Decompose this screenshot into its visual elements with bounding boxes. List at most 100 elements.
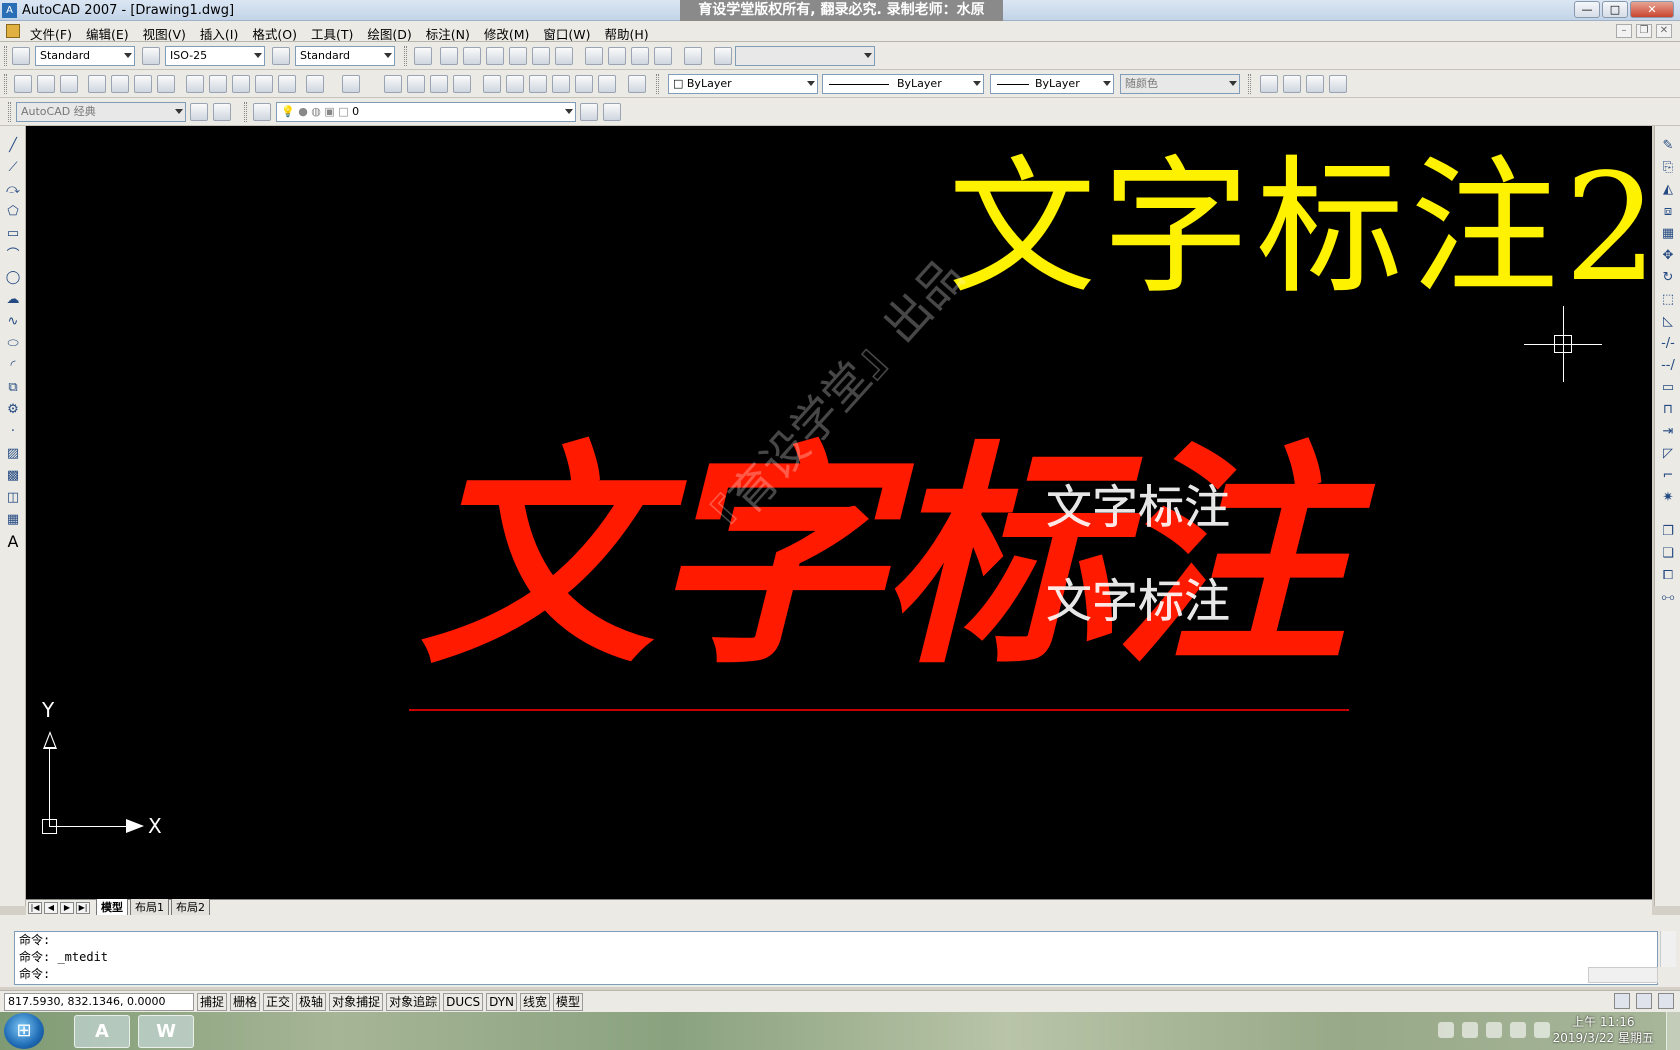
view-icon[interactable]	[414, 47, 432, 65]
doc-restore-button[interactable]: ❐	[1636, 24, 1652, 38]
taskbar-clock[interactable]: 上午 11:16 2019/3/22 星期五	[1553, 1014, 1654, 1046]
command-prompt[interactable]: 命令:	[19, 966, 1657, 983]
toolbar-grip[interactable]	[1248, 74, 1251, 94]
insert-block-icon[interactable]: ⧉	[5, 380, 21, 396]
ucs-origin-icon[interactable]	[714, 47, 732, 65]
command-horizontal-scrollbar[interactable]	[1588, 967, 1658, 983]
sheet-set-icon[interactable]	[552, 75, 570, 93]
word-taskbar-button[interactable]: W	[138, 1015, 194, 1048]
draw-order-back-icon[interactable]: ❏	[1660, 546, 1676, 562]
windows-start-icon[interactable]: ⊞	[4, 1013, 44, 1049]
layer-properties-icon[interactable]	[253, 103, 271, 121]
camera-icon[interactable]	[684, 47, 702, 65]
explode-icon[interactable]: ✷	[1660, 490, 1676, 506]
tab-layout1[interactable]: 布局1	[130, 899, 169, 916]
chamfer-icon[interactable]: ◸	[1660, 446, 1676, 462]
cut-icon[interactable]	[186, 75, 204, 93]
se-iso-icon[interactable]	[608, 47, 626, 65]
minimize-button[interactable]: —	[1574, 1, 1600, 18]
otrack-toggle[interactable]: 对象追踪	[386, 992, 441, 1011]
workspace-settings-icon[interactable]	[190, 103, 208, 121]
polygon-viewport-icon[interactable]	[1329, 75, 1347, 93]
menu-dimension[interactable]: 标注(N)	[426, 24, 470, 43]
design-center-icon[interactable]	[506, 75, 524, 93]
workspace-select[interactable]: AutoCAD 经典	[16, 102, 186, 122]
open-file-icon[interactable]	[37, 75, 55, 93]
drawing-canvas[interactable]: 文字标注2 文字标注 文字标注 文字标注 『育设学堂』出品 Y X	[26, 126, 1652, 899]
table-style-icon[interactable]	[272, 47, 290, 65]
layer-select[interactable]: 💡 ● ◍ ▣ □ 0	[276, 102, 576, 122]
ellipse-icon[interactable]: ⬭	[5, 336, 21, 352]
match-properties-icon[interactable]	[255, 75, 273, 93]
stretch-icon[interactable]: ◺	[1660, 314, 1676, 330]
document-icon[interactable]	[6, 24, 20, 38]
save-icon[interactable]	[60, 75, 78, 93]
tab-model[interactable]: 模型	[96, 899, 128, 916]
table-style-select[interactable]: Standard	[295, 46, 395, 66]
dim-style-select[interactable]: ISO-25	[165, 46, 265, 66]
bring-above-icon[interactable]: ⧠	[1660, 568, 1676, 584]
toolbar-grip[interactable]	[244, 102, 247, 122]
command-vertical-scrollbar[interactable]	[1660, 931, 1676, 967]
clip-viewport-icon[interactable]	[1306, 75, 1324, 93]
dwf-icon[interactable]	[157, 75, 175, 93]
text-style-icon[interactable]	[12, 47, 30, 65]
block-editor-icon[interactable]	[278, 75, 296, 93]
redo-icon[interactable]	[342, 75, 360, 93]
copy-object-icon[interactable]: ⎘	[1660, 160, 1676, 176]
autocad-taskbar-button[interactable]: A	[74, 1015, 130, 1048]
network-icon[interactable]	[1462, 1022, 1478, 1038]
sw-iso-icon[interactable]	[585, 47, 603, 65]
trim-icon[interactable]: -/-	[1660, 336, 1676, 352]
menu-format[interactable]: 格式(O)	[252, 24, 297, 43]
last-tab-button[interactable]: ▶|	[76, 901, 90, 914]
front-view-icon[interactable]	[532, 47, 550, 65]
text-style-select[interactable]: Standard	[35, 46, 135, 66]
revision-cloud-icon[interactable]: ☁	[5, 292, 21, 308]
menu-draw[interactable]: 绘图(D)	[367, 24, 411, 43]
named-views-select[interactable]	[735, 46, 875, 66]
toolbar-grip[interactable]	[4, 46, 7, 66]
ne-iso-icon[interactable]	[631, 47, 649, 65]
markup-icon[interactable]	[575, 75, 593, 93]
new-viewport-icon[interactable]	[1283, 75, 1301, 93]
snap-toggle[interactable]: 捕捉	[197, 992, 228, 1011]
plot-style-select[interactable]: 随颜色	[1120, 74, 1240, 94]
new-file-icon[interactable]	[14, 75, 32, 93]
menu-modify[interactable]: 修改(M)	[484, 24, 530, 43]
plot-icon[interactable]	[88, 75, 106, 93]
toolbar-grip[interactable]	[8, 102, 11, 122]
ellipse-arc-icon[interactable]: ◜	[5, 358, 21, 374]
offset-icon[interactable]: ⧈	[1660, 204, 1676, 220]
point-icon[interactable]: ·	[5, 424, 21, 440]
rotate-icon[interactable]: ↻	[1660, 270, 1676, 286]
viewport-icon[interactable]	[1260, 75, 1278, 93]
tab-layout2[interactable]: 布局2	[171, 899, 210, 916]
make-block-icon[interactable]: ⚙	[5, 402, 21, 418]
clean-screen-icon[interactable]	[1658, 993, 1674, 1009]
send-under-icon[interactable]: ⧟	[1660, 590, 1676, 606]
toolbar-grip[interactable]	[656, 74, 659, 94]
make-current-layer-icon[interactable]	[580, 103, 598, 121]
plot-preview-icon[interactable]	[111, 75, 129, 93]
action-center-icon[interactable]	[1510, 1022, 1526, 1038]
region-icon[interactable]: ◫	[5, 490, 21, 506]
dyn-toggle[interactable]: DYN	[486, 992, 518, 1011]
lock-icon[interactable]	[1636, 993, 1652, 1009]
menu-help[interactable]: 帮助(H)	[605, 24, 649, 43]
copy-icon[interactable]	[209, 75, 227, 93]
top-view-icon[interactable]	[440, 47, 458, 65]
toolbar-grip[interactable]	[404, 46, 407, 66]
command-history[interactable]: 命令: 命令: _mtedit 命令:	[14, 931, 1658, 985]
polygon-icon[interactable]: ⬠	[5, 204, 21, 220]
right-view-icon[interactable]	[509, 47, 527, 65]
pan-icon[interactable]	[384, 75, 402, 93]
osnap-toggle[interactable]: 对象捕捉	[329, 992, 384, 1011]
hatch-icon[interactable]: ▨	[5, 446, 21, 462]
volume-icon[interactable]	[1534, 1022, 1550, 1038]
menu-file[interactable]: 文件(F)	[30, 24, 72, 43]
menu-insert[interactable]: 插入(I)	[200, 24, 238, 43]
arc-icon[interactable]: ⌒	[5, 248, 21, 264]
spline-icon[interactable]: ∿	[5, 314, 21, 330]
dim-style-icon[interactable]	[142, 47, 160, 65]
